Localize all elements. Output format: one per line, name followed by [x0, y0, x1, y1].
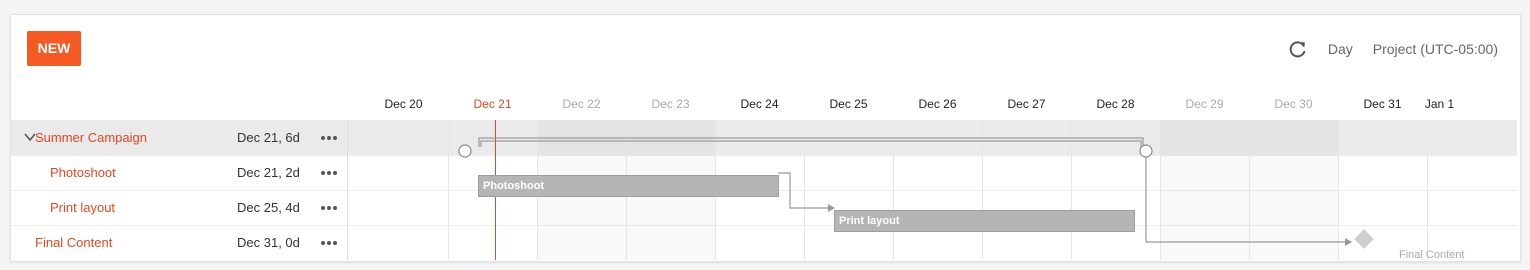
- more-icon[interactable]: [319, 163, 339, 181]
- task-bar-print-layout[interactable]: Print layout: [834, 210, 1135, 232]
- milestone-label: Final Content: [1399, 249, 1465, 261]
- refresh-icon[interactable]: [1288, 39, 1308, 59]
- task-dates: Dec 31, 0d: [237, 235, 300, 250]
- timezone-selector[interactable]: Project (UTC-05:00): [1373, 41, 1498, 57]
- more-icon[interactable]: [319, 198, 339, 216]
- task-dates: Dec 21, 6d: [237, 130, 300, 145]
- date-label: Dec 29: [1185, 97, 1224, 111]
- task-name[interactable]: Photoshoot: [50, 155, 116, 190]
- task-dates: Dec 21, 2d: [237, 165, 300, 180]
- task-dates: Dec 25, 4d: [237, 200, 300, 215]
- date-label: Dec 20: [384, 97, 423, 111]
- gantt-chart-area: Photoshoot Print layout Final Content: [348, 120, 1517, 261]
- toolbar-right: Day Project (UTC-05:00): [1288, 39, 1498, 59]
- date-label: Dec 23: [651, 97, 690, 111]
- more-icon[interactable]: [319, 128, 339, 146]
- gantt-panel: NEW Day Project (UTC-05:00) Dec 20 Dec 2…: [10, 14, 1521, 262]
- date-label-today: Dec 21: [473, 97, 512, 111]
- task-name[interactable]: Final Content: [35, 225, 112, 260]
- more-icon[interactable]: [319, 233, 339, 251]
- date-label: Dec 25: [829, 97, 868, 111]
- new-button[interactable]: NEW: [27, 31, 81, 66]
- view-scale-selector[interactable]: Day: [1328, 41, 1353, 57]
- date-label: Dec 24: [740, 97, 779, 111]
- task-bar-photoshoot[interactable]: Photoshoot: [478, 175, 779, 197]
- task-name[interactable]: Summer Campaign: [35, 120, 147, 155]
- date-label: Dec 22: [562, 97, 601, 111]
- date-label: Dec 27: [1007, 97, 1046, 111]
- date-label: Jan 1: [1424, 97, 1455, 111]
- timeline-header: Dec 20 Dec 21 Dec 22 Dec 23 Dec 24 Dec 2…: [11, 95, 1520, 120]
- task-name[interactable]: Print layout: [50, 190, 115, 225]
- date-label: Dec 30: [1274, 97, 1313, 111]
- date-label: Dec 28: [1096, 97, 1135, 111]
- date-label: Dec 26: [918, 97, 957, 111]
